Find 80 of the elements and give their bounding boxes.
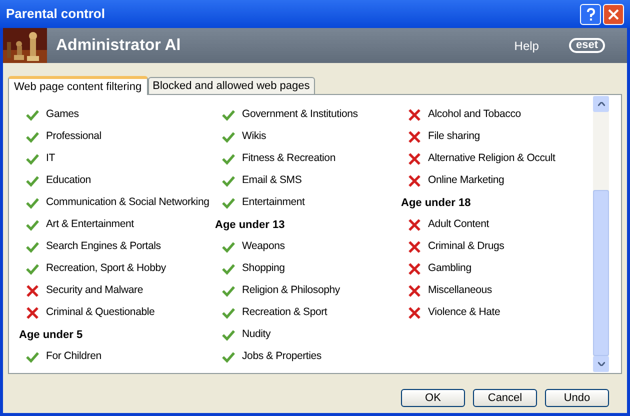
cross-icon[interactable] xyxy=(408,263,421,275)
check-icon[interactable] xyxy=(222,109,235,121)
tab[interactable]: Web page content filtering xyxy=(8,76,148,95)
category-label: Education xyxy=(46,173,91,188)
category-label: Shopping xyxy=(242,261,285,276)
dialog-button[interactable]: OK xyxy=(401,389,465,407)
check-icon[interactable] xyxy=(222,307,235,319)
category-label: Email & SMS xyxy=(242,173,302,188)
check-icon[interactable] xyxy=(26,197,39,209)
category-label: Entertainment xyxy=(242,195,305,210)
check-icon[interactable] xyxy=(26,109,39,121)
category-label: For Children xyxy=(46,349,102,364)
check-icon[interactable] xyxy=(222,241,235,253)
check-icon[interactable] xyxy=(222,329,235,341)
category-label: Recreation & Sport xyxy=(242,305,328,320)
category-label: Wikis xyxy=(242,129,266,144)
check-icon[interactable] xyxy=(222,263,235,275)
section-heading: Age under 5 xyxy=(19,328,83,343)
scroll-up-icon[interactable] xyxy=(593,96,609,112)
cross-icon[interactable] xyxy=(408,153,421,165)
check-icon[interactable] xyxy=(26,131,39,143)
category-label: Games xyxy=(46,107,79,122)
check-icon[interactable] xyxy=(26,175,39,187)
logo: eset xyxy=(568,38,605,53)
scroll-thumb[interactable] xyxy=(593,190,609,356)
check-icon[interactable] xyxy=(222,131,235,143)
category-label: Recreation, Sport & Hobby xyxy=(46,261,166,276)
category-label: Religion & Philosophy xyxy=(242,283,340,298)
check-icon[interactable] xyxy=(26,351,39,363)
close-icon[interactable] xyxy=(603,4,624,24)
help-icon[interactable] xyxy=(580,4,601,24)
category-label: Security and Malware xyxy=(46,283,143,298)
category-label: Fitness & Recreation xyxy=(242,151,336,166)
cross-icon[interactable] xyxy=(408,241,421,253)
window-title: Parental control xyxy=(6,5,106,24)
category-label: Communication & Social Networking xyxy=(46,195,210,210)
category-label: Government & Institutions xyxy=(242,107,358,122)
section-heading: Age under 13 xyxy=(215,218,285,233)
check-icon[interactable] xyxy=(222,197,235,209)
category-label: Nudity xyxy=(242,327,271,342)
check-icon[interactable] xyxy=(222,285,235,297)
category-label: Alcohol and Tobacco xyxy=(428,107,521,122)
cross-icon[interactable] xyxy=(408,175,421,187)
category-label: Search Engines & Portals xyxy=(46,239,161,254)
check-icon[interactable] xyxy=(26,241,39,253)
category-label: IT xyxy=(46,151,55,166)
category-label: Criminal & Drugs xyxy=(428,239,504,254)
category-label: Gambling xyxy=(428,261,472,276)
category-label: Alternative Religion & Occult xyxy=(428,151,556,166)
dialog-button[interactable]: Cancel xyxy=(473,389,537,407)
category-label: Criminal & Questionable xyxy=(46,305,155,320)
check-icon[interactable] xyxy=(222,175,235,187)
category-label: Adult Content xyxy=(428,217,490,232)
section-heading: Age under 18 xyxy=(401,196,471,211)
cross-icon[interactable] xyxy=(408,219,421,231)
cross-icon[interactable] xyxy=(408,285,421,297)
check-icon[interactable] xyxy=(222,351,235,363)
cross-icon[interactable] xyxy=(408,109,421,121)
user-name: Administrator Al xyxy=(56,36,182,56)
cross-icon[interactable] xyxy=(408,307,421,319)
category-label: Jobs & Properties xyxy=(242,349,322,364)
category-label: Art & Entertainment xyxy=(46,217,134,232)
scrollbar[interactable] xyxy=(593,96,609,372)
cross-icon[interactable] xyxy=(26,307,39,319)
category-label: Violence & Hate xyxy=(428,305,500,320)
cross-icon[interactable] xyxy=(408,131,421,143)
category-label: Miscellaneous xyxy=(428,283,492,298)
category-label: Online Marketing xyxy=(428,173,504,188)
help-link[interactable]: Help xyxy=(514,36,539,54)
check-icon[interactable] xyxy=(26,219,39,231)
category-label: Weapons xyxy=(242,239,285,254)
category-label: Professional xyxy=(46,129,102,144)
check-icon[interactable] xyxy=(26,263,39,275)
category-label: File sharing xyxy=(428,129,480,144)
check-icon[interactable] xyxy=(26,153,39,165)
dialog-button[interactable]: Undo xyxy=(545,389,609,407)
check-icon[interactable] xyxy=(222,153,235,165)
cross-icon[interactable] xyxy=(26,285,39,297)
scroll-down-icon[interactable] xyxy=(593,356,609,372)
tab[interactable]: Blocked and allowed web pages xyxy=(148,77,315,94)
